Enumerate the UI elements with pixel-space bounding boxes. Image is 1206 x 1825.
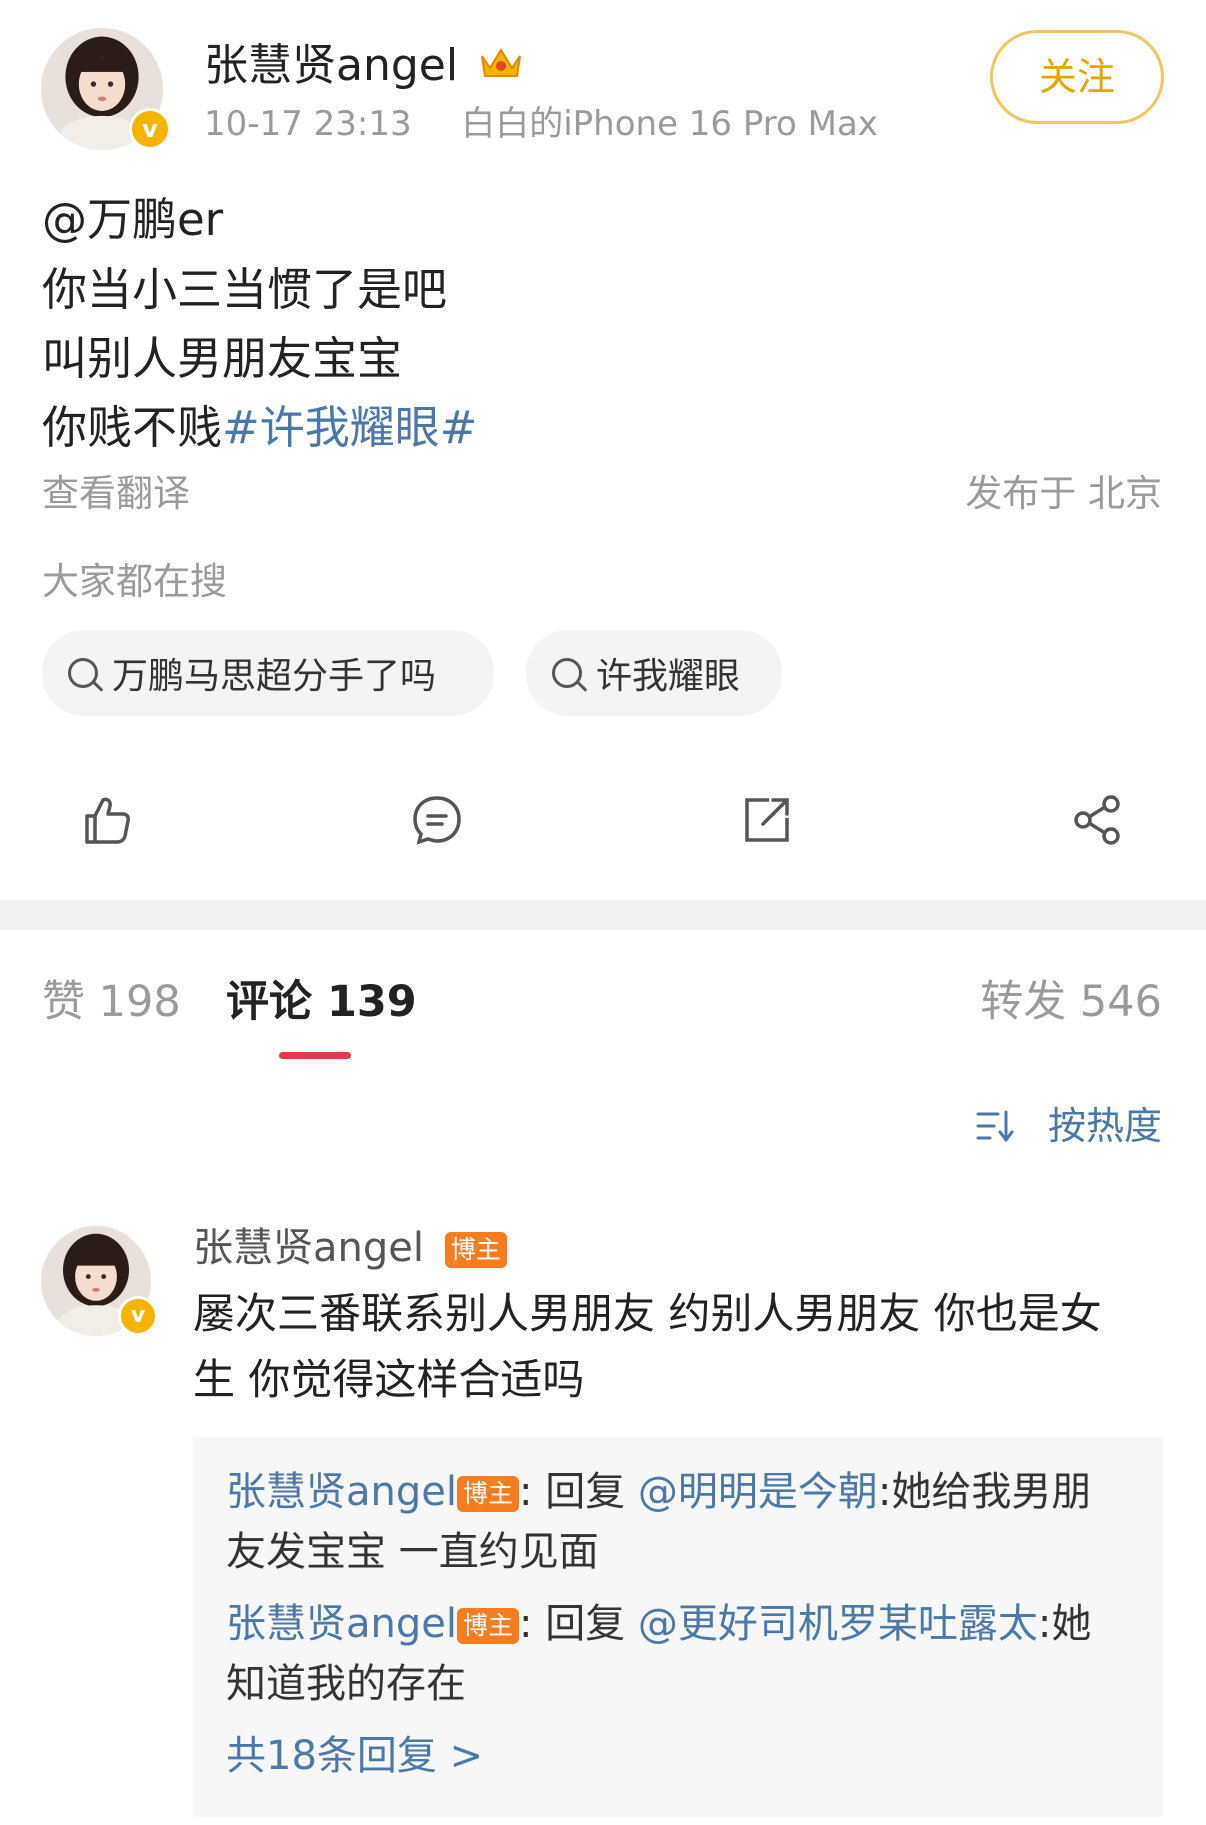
sort-toggle[interactable]: 按热度: [976, 1100, 1162, 1152]
like-button[interactable]: [79, 792, 135, 848]
crown-icon: [478, 40, 524, 96]
tab-reposts[interactable]: 转发 546: [980, 974, 1162, 1030]
commenter-verified-badge: v: [118, 1296, 158, 1336]
section-divider: [0, 900, 1206, 930]
tab-comments[interactable]: 评论 139: [226, 974, 417, 1030]
post-time: 10-17 23:13: [204, 104, 412, 144]
mention-link[interactable]: @万鹏er: [42, 186, 223, 254]
sort-label: 按热度: [1047, 1104, 1162, 1148]
reply-2-badge: 博主: [456, 1608, 519, 1644]
tab-active-underline: [279, 1052, 351, 1059]
share-icon: [1074, 795, 1120, 845]
reply-1-author[interactable]: 张慧贤angel: [226, 1469, 457, 1515]
author-name-text[interactable]: 张慧贤angel: [204, 40, 458, 91]
post-line-3: 你贱不贱#许我耀眼#: [42, 394, 477, 462]
translate-link[interactable]: 查看翻译: [42, 470, 190, 518]
verified-badge: v: [129, 108, 171, 150]
hashtag-link[interactable]: #许我耀眼#: [222, 401, 477, 454]
reply-1-target[interactable]: @明明是今朝: [638, 1469, 878, 1515]
post-meta: 10-17 23:13 白白的iPhone 16 Pro Max: [204, 102, 878, 146]
reply-1-text-a: :她给我男朋: [877, 1469, 1092, 1515]
reply-2-line-1[interactable]: 张慧贤angel 博主: 回复 @更好司机罗某吐露太:她: [226, 1594, 1091, 1654]
blogger-badge: 博主: [444, 1232, 507, 1268]
repost-icon: [745, 798, 789, 842]
comment-author[interactable]: 张慧贤angel 博主: [193, 1222, 507, 1274]
author-name[interactable]: 张慧贤angel: [204, 38, 524, 96]
comment-text-line-1: 屡次三番联系别人男朋友 约别人男朋友 你也是女: [193, 1289, 1102, 1338]
comment-icon: [413, 796, 461, 845]
reply-2-line-2: 知道我的存在: [226, 1661, 466, 1707]
post-line-1: 你当小三当惯了是吧: [42, 263, 448, 316]
follow-button[interactable]: 关注: [990, 30, 1164, 124]
search-chip-2[interactable]: 许我耀眼: [526, 630, 782, 716]
search-chip-1-label: 万鹏马思超分手了吗: [112, 656, 437, 697]
reply-1-line-1[interactable]: 张慧贤angel 博主: 回复 @明明是今朝:她给我男朋: [226, 1462, 1091, 1522]
reply-1-badge: 博主: [456, 1476, 519, 1512]
more-replies-link[interactable]: 共18条回复 >: [226, 1726, 483, 1786]
search-chip-1[interactable]: 万鹏马思超分手了吗: [42, 630, 494, 716]
comment-author-name[interactable]: 张慧贤angel: [193, 1225, 424, 1271]
search-chip-2-label: 许我耀眼: [596, 656, 741, 697]
search-heading: 大家都在搜: [42, 560, 227, 603]
post-line-3-text: 你贱不贱: [42, 401, 223, 454]
tab-likes[interactable]: 赞 198: [42, 974, 181, 1030]
reply-1-prefix: : 回复: [519, 1469, 638, 1515]
post-location: 发布于 北京: [965, 472, 1162, 515]
sort-icon: [976, 1110, 1014, 1142]
post-line-2: 叫别人男朋友宝宝: [42, 332, 403, 385]
post-device: 白白的iPhone 16 Pro Max: [461, 104, 878, 144]
reply-2-target[interactable]: @更好司机罗某吐露太: [638, 1601, 1038, 1647]
reply-2-text-a: :她: [1037, 1601, 1092, 1647]
search-icon: [68, 658, 98, 688]
search-icon: [552, 658, 582, 688]
reply-2-author[interactable]: 张慧贤angel: [226, 1601, 457, 1647]
weibo-post-page: v 张慧贤angel 10-17 23:13 白白的iPhone 16 Pro …: [0, 0, 1206, 1825]
reply-2-prefix: : 回复: [519, 1601, 638, 1647]
reply-1-line-2: 友发宝宝 一直约见面: [226, 1529, 599, 1575]
comment-text-line-2: 生 你觉得这样合适吗: [193, 1355, 585, 1404]
like-icon: [85, 797, 130, 844]
repost-button[interactable]: [739, 792, 795, 848]
share-button[interactable]: [1069, 792, 1125, 848]
comment-button[interactable]: [409, 792, 465, 848]
